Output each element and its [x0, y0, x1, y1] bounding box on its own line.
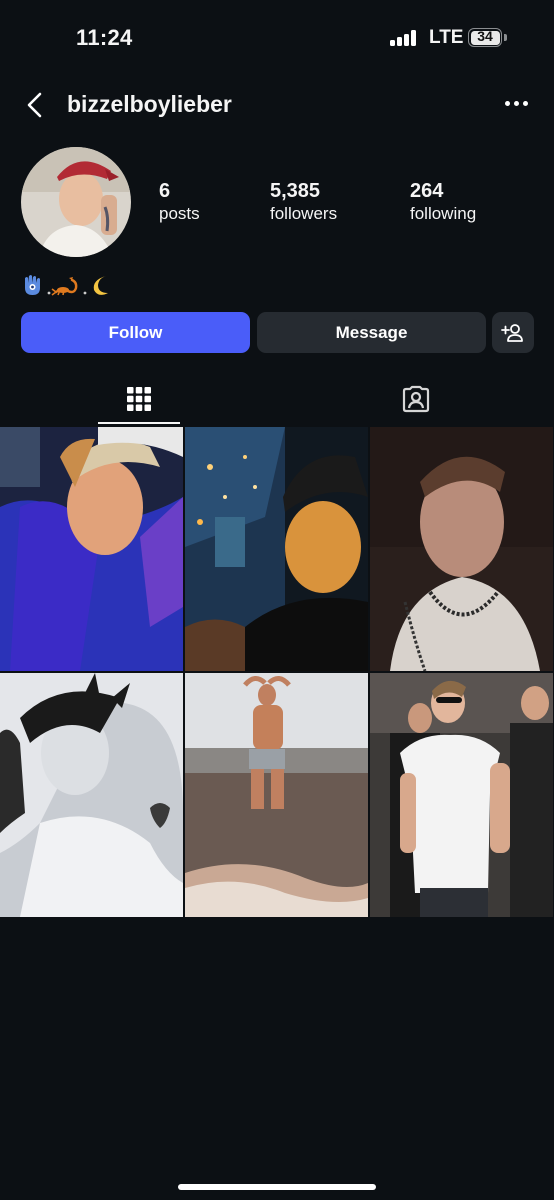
signal-icon [390, 30, 418, 46]
profile-header: bizzelboylieber [0, 80, 554, 130]
posts-count: 6 [159, 180, 171, 202]
following-stat[interactable]: 264 following [410, 180, 476, 226]
battery-percent: 34 [477, 28, 493, 44]
following-count: 264 [410, 180, 444, 202]
network-label: LTE [429, 27, 464, 48]
bio [22, 272, 112, 298]
following-label: following [410, 204, 477, 223]
more-horizontal-icon[interactable] [505, 101, 531, 109]
followers-count: 5,385 [270, 180, 321, 202]
username-title: bizzelboylieber [67, 91, 232, 117]
post-thumbnail[interactable] [185, 673, 368, 917]
chevron-left-icon[interactable] [22, 90, 50, 120]
battery-cap [504, 34, 507, 41]
crescent-moon-icon [93, 276, 108, 295]
posts-label: posts [159, 204, 200, 223]
post-thumbnail[interactable] [185, 427, 368, 671]
grid-icon [126, 387, 151, 411]
add-user-icon [501, 323, 523, 342]
tagged-user-icon [402, 385, 429, 413]
post-thumbnail[interactable] [0, 427, 183, 671]
profile-tabs [0, 372, 554, 426]
status-time: 11:24 [76, 25, 133, 50]
post-thumbnail[interactable] [370, 673, 553, 917]
follow-button[interactable]: Follow [21, 312, 250, 353]
followers-stat[interactable]: 5,385 followers [270, 180, 337, 226]
message-button[interactable]: Message [257, 312, 486, 353]
battery-icon: 34 [468, 28, 502, 47]
home-indicator[interactable] [178, 1184, 376, 1190]
status-bar: 11:24 LTE 34 [0, 0, 554, 70]
tab-tagged[interactable] [277, 372, 554, 426]
post-thumbnail[interactable] [370, 427, 553, 671]
post-thumbnail[interactable] [0, 673, 183, 917]
avatar[interactable] [21, 147, 131, 257]
tab-posts-grid[interactable] [0, 372, 277, 426]
hamsa-icon [25, 275, 40, 295]
followers-label: followers [270, 204, 338, 223]
active-tab-indicator [98, 422, 180, 424]
scorpion-icon [51, 277, 78, 296]
posts-stat[interactable]: 6 posts [159, 180, 200, 226]
add-user-button[interactable] [492, 312, 534, 353]
